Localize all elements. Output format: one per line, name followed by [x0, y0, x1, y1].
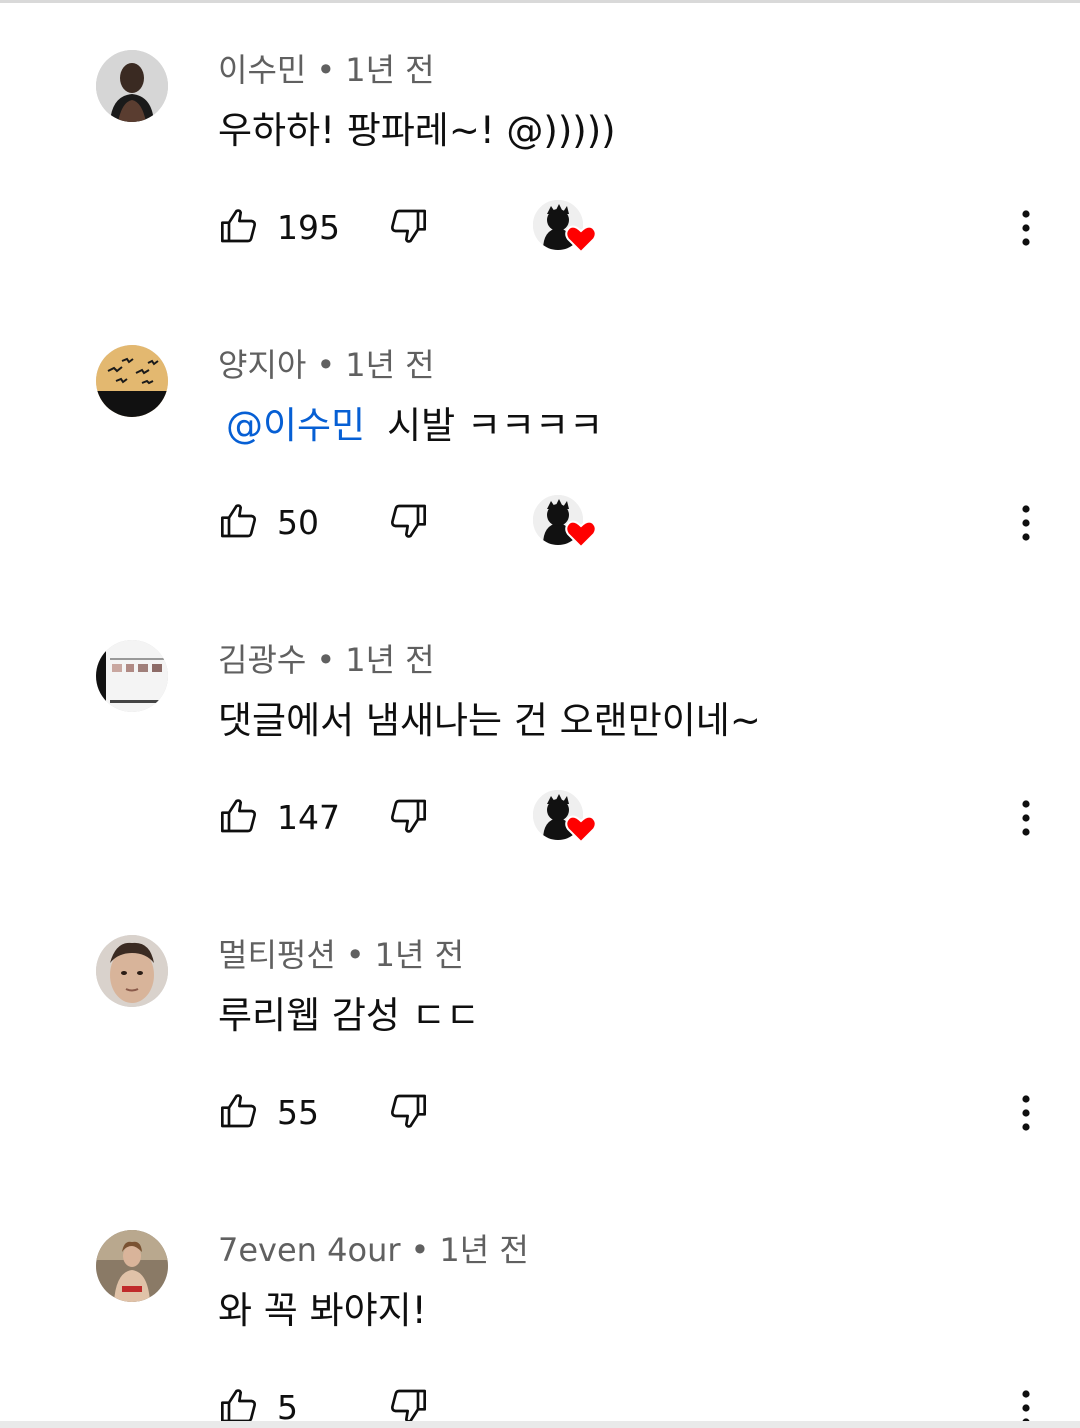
- thumbs-up-icon[interactable]: [219, 1091, 259, 1131]
- comment-text: 루리웹 감성 ㄷㄷ: [218, 993, 480, 1039]
- thumbs-down-icon[interactable]: [388, 501, 428, 541]
- comment-actions: 5: [0, 1380, 1080, 1421]
- heart-icon: [565, 520, 597, 549]
- like-count: 55: [277, 1093, 319, 1132]
- mention-link[interactable]: @이수민: [226, 404, 365, 447]
- person-photo-avatar-icon: [96, 1230, 168, 1302]
- comment-meta: 7even 4our • 1년 전: [218, 1230, 529, 1270]
- comment-meta: 양지아 • 1년 전: [218, 345, 435, 385]
- comment-time: 1년 전: [345, 641, 435, 679]
- meta-separator: •: [316, 346, 336, 384]
- thumbs-up-icon[interactable]: [219, 206, 259, 246]
- comment-text: @이수민 시발 ㅋㅋㅋㅋ: [218, 403, 603, 449]
- more-options-icon[interactable]: [1010, 499, 1042, 547]
- comment-actions: 195: [0, 200, 1080, 256]
- comment-body: 루리웹 감성 ㄷㄷ: [218, 994, 480, 1037]
- comment-text: 우하하! 팡파레~! @))))): [218, 108, 616, 154]
- bottom-bar: [0, 1421, 1080, 1428]
- thumbs-up-icon[interactable]: [219, 501, 259, 541]
- thumbs-up-icon[interactable]: [219, 796, 259, 836]
- like-count: 5: [277, 1388, 298, 1421]
- meta-separator: •: [316, 641, 336, 679]
- man-tank-top-avatar-icon: [96, 50, 168, 122]
- comment-meta: 멀티펑션 • 1년 전: [218, 935, 464, 975]
- author-avatar[interactable]: [96, 345, 168, 417]
- creator-heart-badge: [533, 790, 597, 848]
- more-options-icon[interactable]: [1010, 794, 1042, 842]
- comment-item: 양지아 • 1년 전 @이수민 시발 ㅋㅋㅋㅋ 50: [0, 295, 1080, 590]
- thumbs-down-icon[interactable]: [388, 796, 428, 836]
- comment-time: 1년 전: [345, 346, 435, 384]
- thumbs-up-icon[interactable]: [219, 1386, 259, 1421]
- screenshot-avatar-icon: [96, 640, 168, 712]
- comment-body: 와 꼭 봐야지!: [218, 1289, 427, 1332]
- face-avatar-icon: [96, 935, 168, 1007]
- author-name[interactable]: 이수민: [218, 51, 306, 89]
- like-count: 50: [277, 503, 319, 542]
- more-options-icon[interactable]: [1010, 1089, 1042, 1137]
- thumbs-down-icon[interactable]: [388, 1386, 428, 1421]
- heart-icon: [565, 225, 597, 254]
- author-name[interactable]: 멀티펑션: [218, 936, 336, 974]
- more-options-icon[interactable]: [1010, 204, 1042, 252]
- meta-separator: •: [410, 1231, 430, 1269]
- comment-meta: 이수민 • 1년 전: [218, 50, 435, 90]
- comment-item: 멀티펑션 • 1년 전 루리웹 감성 ㄷㄷ 55: [0, 885, 1080, 1180]
- creator-heart-badge: [533, 495, 597, 553]
- thumbs-down-icon[interactable]: [388, 206, 428, 246]
- author-avatar[interactable]: [96, 640, 168, 712]
- comment-body: 우하하! 팡파레~! @))))): [218, 109, 616, 152]
- comment-text: 댓글에서 냄새나는 건 오랜만이네~: [218, 698, 761, 744]
- comment-actions: 50: [0, 495, 1080, 551]
- comment-time: 1년 전: [374, 936, 465, 974]
- comment-item: 7even 4our • 1년 전 와 꼭 봐야지! 5: [0, 1180, 1080, 1421]
- author-avatar[interactable]: [96, 50, 168, 122]
- more-options-icon[interactable]: [1010, 1384, 1042, 1421]
- comment-item: 이수민 • 1년 전 우하하! 팡파레~! @))))) 195: [0, 0, 1080, 295]
- author-avatar[interactable]: [96, 935, 168, 1007]
- comment-item: 김광수 • 1년 전 댓글에서 냄새나는 건 오랜만이네~ 147: [0, 590, 1080, 885]
- comment-meta: 김광수 • 1년 전: [218, 640, 435, 680]
- heart-icon: [565, 815, 597, 844]
- author-name[interactable]: 7even 4our: [218, 1231, 401, 1269]
- comment-body: 댓글에서 냄새나는 건 오랜만이네~: [218, 699, 761, 742]
- meta-separator: •: [316, 51, 336, 89]
- comment-actions: 55: [0, 1085, 1080, 1141]
- like-count: 195: [277, 208, 340, 247]
- meta-separator: •: [345, 936, 365, 974]
- thumbs-down-icon[interactable]: [388, 1091, 428, 1131]
- comment-time: 1년 전: [345, 51, 435, 89]
- birds-silhouette-avatar-icon: [96, 345, 168, 417]
- creator-heart-badge: [533, 200, 597, 258]
- comment-time: 1년 전: [439, 1231, 529, 1269]
- like-count: 147: [277, 798, 340, 837]
- author-name[interactable]: 양지아: [218, 346, 306, 384]
- comment-body: 시발 ㅋㅋㅋㅋ: [387, 404, 604, 447]
- author-avatar[interactable]: [96, 1230, 168, 1302]
- author-name[interactable]: 김광수: [218, 641, 306, 679]
- comment-actions: 147: [0, 790, 1080, 846]
- comment-text: 와 꼭 봐야지!: [218, 1288, 427, 1334]
